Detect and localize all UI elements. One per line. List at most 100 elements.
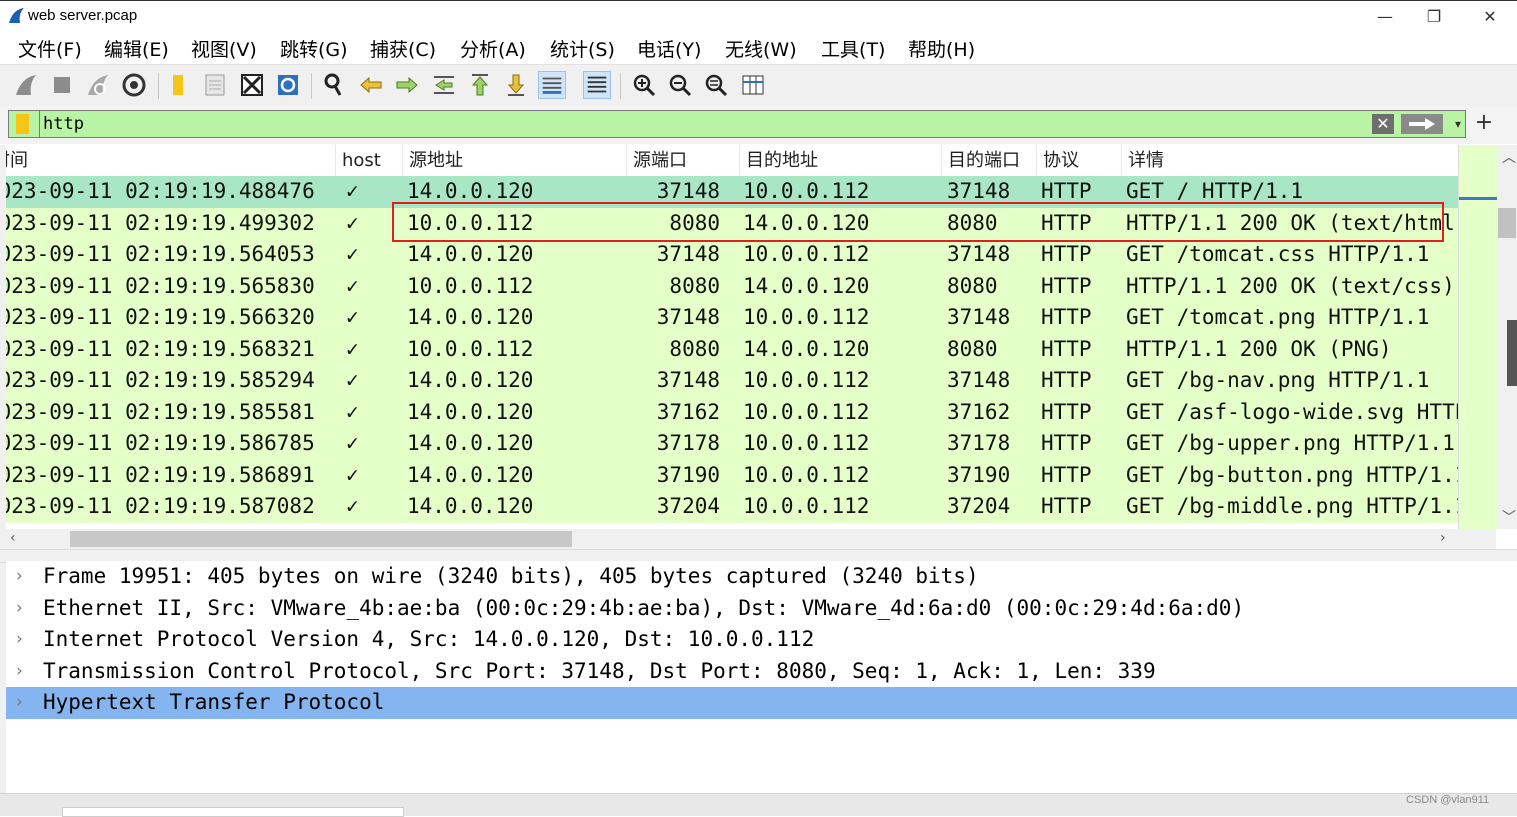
find-packet-icon[interactable]: [320, 71, 348, 99]
resize-columns-icon[interactable]: [739, 71, 767, 99]
minimize-button[interactable]: —: [1365, 5, 1405, 29]
expand-arrow-icon[interactable]: ›: [16, 624, 30, 656]
add-filter-button[interactable]: +: [1473, 110, 1495, 136]
packet-row[interactable]: 2023-09-11 02:19:19.585581 ✓ 14.0.0.120 371…: [6, 396, 1458, 428]
first-packet-icon[interactable]: [466, 71, 494, 99]
menu-go[interactable]: 跳转(G): [280, 35, 348, 62]
last-packet-icon[interactable]: [502, 71, 530, 99]
bytes-tab[interactable]: [62, 807, 404, 817]
packet-minimap[interactable]: [1458, 145, 1497, 529]
colorize-icon[interactable]: [583, 71, 611, 99]
packet-info: HTTP/1.1 200 OK (text/css): [1126, 273, 1455, 298]
expand-arrow-icon[interactable]: ›: [16, 593, 30, 625]
capture-options-icon[interactable]: [120, 71, 148, 99]
menu-capture[interactable]: 捕获(C): [370, 35, 436, 62]
zoom-out-icon[interactable]: [666, 71, 694, 99]
column-header-destination[interactable]: 目的地址: [740, 145, 942, 176]
normal-size-icon[interactable]: [702, 71, 730, 99]
scroll-right-icon[interactable]: ›: [1440, 530, 1446, 546]
packet-source: 14.0.0.120: [407, 368, 534, 392]
scroll-left-icon[interactable]: ‹: [10, 530, 16, 546]
packet-row[interactable]: 2023-09-11 02:19:19.586785 ✓ 14.0.0.120 371…: [6, 428, 1458, 460]
packet-rows: 2023-09-11 02:19:19.488476 ✓ 14.0.0.120 371…: [6, 176, 1458, 529]
packet-destination-port: 8080: [947, 336, 998, 361]
watermark: CSDN @vlan911: [1406, 794, 1490, 806]
stop-capture-icon[interactable]: [48, 71, 76, 99]
menu-telephony[interactable]: 电话(Y): [637, 35, 701, 62]
restore-button[interactable]: ❐: [1414, 5, 1454, 29]
reload-file-icon[interactable]: [274, 71, 302, 99]
detail-tree-item[interactable]: › Internet Protocol Version 4, Src: 14.0.…: [6, 624, 1517, 656]
column-header-destination-port[interactable]: 目的端口: [942, 145, 1037, 176]
column-header-host[interactable]: host: [336, 145, 403, 176]
go-to-packet-icon[interactable]: [430, 71, 458, 99]
detail-tree-label: Frame 19951: 405 bytes on wire (3240 bit…: [43, 564, 979, 588]
packet-list-horizontal-scrollbar[interactable]: ‹ ›: [6, 529, 1496, 549]
packet-row[interactable]: 2023-09-11 02:19:19.585294 ✓ 14.0.0.120 371…: [6, 365, 1458, 397]
packet-row[interactable]: 2023-09-11 02:19:19.586891 ✓ 14.0.0.120 371…: [6, 459, 1458, 491]
column-header-source[interactable]: 源地址: [403, 145, 627, 176]
close-file-icon[interactable]: [238, 71, 266, 99]
menu-statistics[interactable]: 统计(S): [550, 35, 615, 62]
expand-arrow-icon[interactable]: ›: [16, 656, 30, 688]
close-button[interactable]: ✕: [1470, 5, 1510, 29]
packet-row[interactable]: 2023-09-11 02:19:19.488476 ✓ 14.0.0.120 371…: [6, 176, 1458, 208]
autoscroll-icon[interactable]: [538, 71, 566, 99]
go-forward-icon[interactable]: [393, 71, 421, 99]
menu-analyze[interactable]: 分析(A): [460, 35, 526, 62]
expand-arrow-icon[interactable]: ›: [16, 687, 30, 719]
packet-time: 2023-09-11 02:19:19.586891: [6, 462, 315, 487]
restart-capture-icon[interactable]: [84, 71, 112, 99]
vertical-scroll-thumb[interactable]: [1498, 208, 1516, 238]
packet-protocol: HTTP: [1041, 494, 1092, 518]
packet-protocol: HTTP: [1041, 431, 1092, 455]
open-file-icon[interactable]: [165, 71, 193, 99]
menu-help[interactable]: 帮助(H): [908, 35, 975, 62]
filter-history-dropdown-icon[interactable]: ▾: [1449, 113, 1467, 135]
packet-row[interactable]: 2023-09-11 02:19:19.568321 ✓ 10.0.0.112 808…: [6, 333, 1458, 365]
menu-wireless[interactable]: 无线(W): [725, 35, 797, 62]
expand-arrow-icon[interactable]: ›: [16, 561, 30, 593]
menu-file[interactable]: 文件(F): [18, 35, 82, 62]
packet-row[interactable]: 2023-09-11 02:19:19.566320 ✓ 14.0.0.120 371…: [6, 302, 1458, 334]
packet-row[interactable]: 2023-09-11 02:19:19.499302 ✓ 10.0.0.112 808…: [6, 207, 1458, 239]
horizontal-scroll-thumb[interactable]: [70, 531, 572, 547]
packet-row[interactable]: 2023-09-11 02:19:19.564053 ✓ 14.0.0.120 371…: [6, 239, 1458, 271]
column-header-time[interactable]: 时间: [6, 145, 336, 176]
detail-tree-item[interactable]: › Ethernet II, Src: VMware_4b:ae:ba (00:0…: [6, 593, 1517, 625]
packet-destination-port: 37204: [947, 494, 1011, 518]
start-capture-icon[interactable]: [12, 71, 40, 99]
menu-view[interactable]: 视图(V): [191, 35, 257, 62]
clear-filter-icon[interactable]: ✕: [1372, 114, 1394, 134]
column-header-info[interactable]: 详情: [1122, 145, 1462, 176]
detail-tree-item[interactable]: › Frame 19951: 405 bytes on wire (3240 bi…: [6, 561, 1517, 593]
apply-filter-arrow-icon[interactable]: [1401, 114, 1443, 134]
menu-edit[interactable]: 编辑(E): [104, 35, 169, 62]
detail-tree-item[interactable]: › Hypertext Transfer Protocol: [6, 687, 1517, 719]
packet-host-check: ✓: [346, 368, 359, 392]
packet-destination: 10.0.0.112: [743, 368, 870, 392]
packet-row[interactable]: 2023-09-11 02:19:19.565830 ✓ 10.0.0.112 808…: [6, 270, 1458, 302]
packet-protocol: HTTP: [1041, 368, 1092, 392]
packet-destination-port: 8080: [947, 273, 998, 298]
column-header-source-port[interactable]: 源端口: [627, 145, 740, 176]
go-back-icon[interactable]: [357, 71, 385, 99]
packet-destination-port: 37148: [947, 179, 1011, 203]
scroll-down-icon[interactable]: ﹀: [1502, 507, 1516, 527]
menu-tools[interactable]: 工具(T): [821, 35, 885, 62]
column-header-protocol[interactable]: 协议: [1037, 145, 1122, 176]
packet-source-port: 8080: [669, 336, 720, 361]
packet-row[interactable]: 2023-09-11 02:19:19.587082 ✓ 14.0.0.120 372…: [6, 491, 1458, 523]
packet-list-vertical-scrollbar[interactable]: ︿ ﹀: [1497, 145, 1517, 529]
packet-time: 2023-09-11 02:19:19.586785: [6, 431, 315, 455]
packet-time: 2023-09-11 02:19:19.568321: [6, 336, 315, 361]
detail-tree-item[interactable]: › Transmission Control Protocol, Src Port…: [6, 656, 1517, 688]
scroll-up-icon[interactable]: ︿: [1502, 147, 1516, 167]
save-file-icon[interactable]: [201, 71, 229, 99]
filter-bookmark-icon[interactable]: [16, 114, 29, 134]
packet-source: 14.0.0.120: [407, 305, 534, 329]
packet-host-check: ✓: [346, 399, 359, 424]
packet-source: 10.0.0.112: [407, 210, 534, 235]
zoom-in-icon[interactable]: [630, 71, 658, 99]
display-filter-input[interactable]: [43, 113, 1343, 135]
